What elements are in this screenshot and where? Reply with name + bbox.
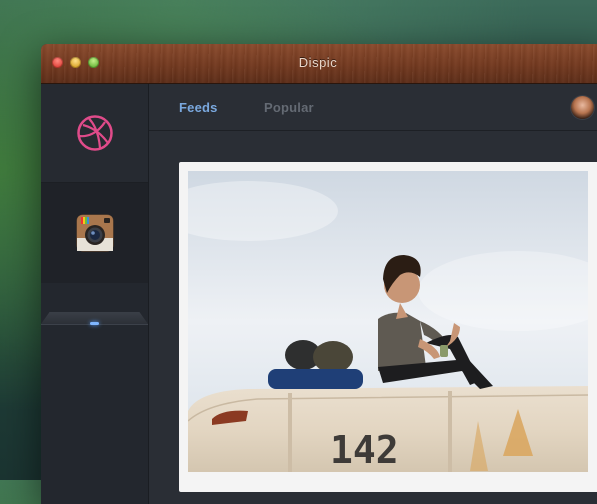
tab-bar: Feeds Popular — [149, 84, 597, 131]
title-bar[interactable]: Dispic — [41, 44, 597, 84]
app-window: Dispic Feeds Popular 142 — [41, 44, 597, 504]
feed-post-card[interactable]: 142 — [179, 162, 597, 492]
tab-popular[interactable]: Popular — [264, 100, 314, 115]
main-content: Feeds Popular 142 — [149, 84, 597, 504]
window-title: Dispic — [298, 55, 338, 70]
sidebar — [41, 84, 149, 504]
bus-number: 142 — [330, 428, 399, 472]
tab-feeds[interactable]: Feeds — [179, 100, 218, 115]
post-photo[interactable]: 142 — [188, 171, 588, 472]
instagram-icon — [76, 214, 113, 252]
dribbble-icon — [76, 115, 113, 151]
sidebar-item-dribbble[interactable] — [41, 84, 148, 183]
active-indicator — [90, 322, 99, 325]
user-avatar[interactable] — [571, 96, 594, 119]
sidebar-item-instagram[interactable] — [41, 183, 148, 283]
